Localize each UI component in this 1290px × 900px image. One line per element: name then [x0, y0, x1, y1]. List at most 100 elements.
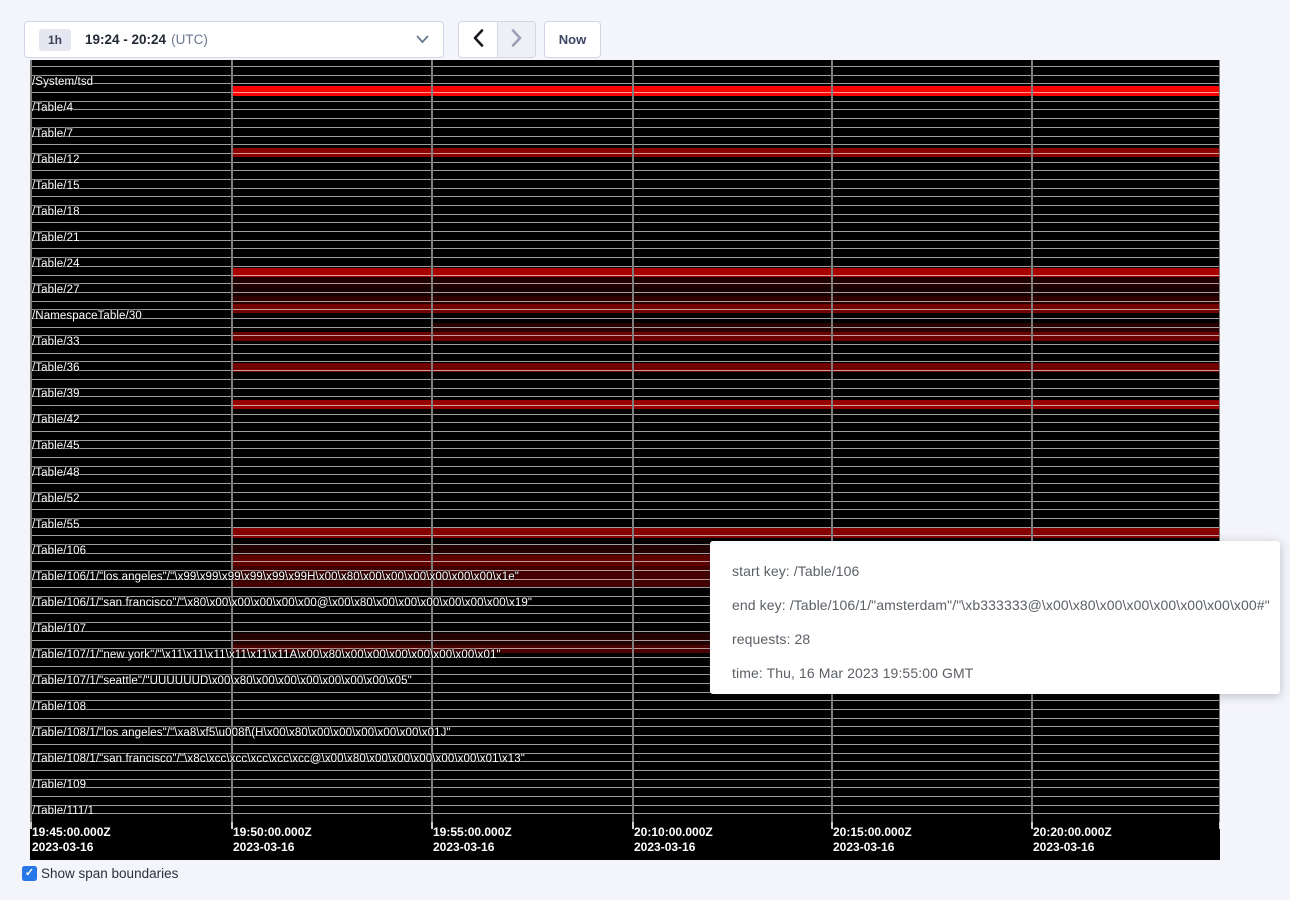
span-boundary-line	[30, 422, 1220, 423]
span-boundary-line	[30, 301, 1220, 302]
now-button[interactable]: Now	[544, 21, 601, 58]
x-tick-date: 2023-03-16	[233, 840, 312, 855]
x-tick-time: 19:55:00.000Z	[433, 825, 512, 840]
show-span-boundaries-label: Show span boundaries	[41, 866, 178, 881]
heat-band[interactable]	[231, 332, 1219, 341]
x-axis-tick-mark	[1219, 822, 1220, 829]
span-boundary-line	[30, 318, 1220, 319]
span-boundary-line	[30, 144, 1220, 145]
span-boundary-line	[30, 770, 1220, 771]
x-tick-date: 2023-03-16	[32, 840, 111, 855]
x-axis-tick-label: 19:45:00.000Z2023-03-16	[32, 825, 111, 855]
row-key-label: /Table/52	[32, 493, 80, 505]
row-key-label: /Table/108	[32, 701, 86, 713]
span-boundary-line	[30, 66, 1220, 67]
key-visualizer-heatmap[interactable]: /System/tsd/Table/4/Table/7/Table/12/Tab…	[30, 60, 1220, 860]
column-boundary-line	[231, 60, 233, 822]
column-boundary-line	[632, 60, 634, 822]
span-boundary-line	[30, 483, 1220, 484]
heat-band[interactable]	[231, 268, 1219, 277]
span-boundary-line	[30, 779, 1220, 780]
row-key-label: /Table/106	[32, 545, 86, 557]
span-boundary-line	[30, 118, 1220, 119]
span-boundary-line	[30, 335, 1220, 336]
x-tick-date: 2023-03-16	[433, 840, 512, 855]
span-boundary-line	[30, 205, 1220, 206]
span-boundary-line	[30, 501, 1220, 502]
span-boundary-line	[30, 75, 1220, 76]
x-tick-date: 2023-03-16	[634, 840, 713, 855]
row-key-label: /Table/55	[32, 519, 80, 531]
span-boundary-line	[30, 257, 1220, 258]
heat-band[interactable]	[231, 86, 1219, 96]
show-span-boundaries-control[interactable]: ✓ Show span boundaries	[22, 866, 178, 881]
span-boundary-line	[30, 214, 1220, 215]
span-boundary-line	[30, 231, 1220, 232]
span-boundary-line	[30, 240, 1220, 241]
span-boundary-line	[30, 327, 1220, 328]
row-key-label: /Table/107/1/"seattle"/"UUUUUUD\x00\x80\…	[32, 675, 412, 687]
row-key-label: /Table/45	[32, 440, 80, 452]
span-boundary-line	[30, 266, 1220, 267]
span-boundary-line	[30, 309, 1220, 310]
span-boundary-line	[30, 292, 1220, 293]
span-boundary-line	[30, 440, 1220, 441]
span-boundary-line	[30, 744, 1220, 745]
row-key-label: /Table/106/1/"los angeles"/"\x99\x99\x99…	[32, 571, 519, 583]
span-boundary-line	[30, 275, 1220, 276]
row-key-label: /Table/4	[32, 102, 73, 114]
span-boundary-line	[30, 222, 1220, 223]
span-boundary-line	[30, 414, 1220, 415]
x-axis-tick-label: 20:10:00.000Z2023-03-16	[634, 825, 713, 855]
row-key-label: /Table/27	[32, 284, 80, 296]
span-boundary-line	[30, 431, 1220, 432]
time-window-badge: 1h	[39, 29, 71, 51]
row-key-label: /Table/111/1	[32, 805, 94, 817]
span-boundary-line	[30, 248, 1220, 249]
span-boundary-line	[30, 162, 1220, 163]
row-key-label: /Table/107	[32, 623, 86, 635]
span-boundary-line	[30, 283, 1220, 284]
time-range-dropdown[interactable]: 1h 19:24 - 20:24 (UTC)	[24, 21, 444, 58]
span-boundary-line	[30, 492, 1220, 493]
span-boundary-line	[30, 718, 1220, 719]
column-boundary-line	[431, 60, 433, 822]
tooltip-start-key: start key: /Table/106	[732, 554, 1280, 588]
row-key-label: /System/tsd	[32, 76, 93, 88]
span-boundary-line	[30, 361, 1220, 362]
tooltip-time: time: Thu, 16 Mar 2023 19:55:00 GMT	[732, 656, 1280, 690]
prev-range-button[interactable]	[459, 22, 497, 57]
row-key-label: /Table/107/1/"new york"/"\x11\x11\x11\x1…	[32, 649, 501, 661]
heat-band[interactable]	[231, 277, 1219, 287]
span-boundary-line	[30, 405, 1220, 406]
show-span-boundaries-checkbox[interactable]: ✓	[22, 866, 37, 881]
heatmap-tooltip: start key: /Table/106 end key: /Table/10…	[710, 541, 1280, 694]
row-key-label: /Table/18	[32, 206, 80, 218]
row-key-label: /Table/108/1/"los angeles"/"\xa8\xf5\u00…	[32, 727, 451, 739]
row-key-label: /Table/21	[32, 232, 80, 244]
column-boundary-line	[1219, 60, 1220, 822]
span-boundary-line	[30, 448, 1220, 449]
x-tick-date: 2023-03-16	[833, 840, 912, 855]
next-range-button[interactable]	[497, 22, 535, 57]
row-key-label: /Table/15	[32, 180, 80, 192]
column-boundary-line	[1031, 60, 1033, 822]
span-boundary-line	[30, 787, 1220, 788]
span-boundary-line	[30, 179, 1220, 180]
span-boundary-line	[30, 527, 1220, 528]
x-axis-tick-label: 20:20:00.000Z2023-03-16	[1033, 825, 1112, 855]
time-toolbar: 1h 19:24 - 20:24 (UTC) Now	[0, 0, 1290, 60]
time-nav-group	[458, 21, 536, 58]
row-key-label: /Table/108/1/"san francisco"/"\x8c\xcc\x…	[32, 753, 525, 765]
row-key-label: /Table/36	[32, 362, 80, 374]
span-boundary-line	[30, 379, 1220, 380]
chevron-left-icon	[472, 29, 484, 50]
x-tick-time: 19:45:00.000Z	[32, 825, 111, 840]
span-boundary-line	[30, 518, 1220, 519]
x-axis-tick-label: 19:50:00.000Z2023-03-16	[233, 825, 312, 855]
row-key-label: /Table/106/1/"san francisco"/"\x80\x00\x…	[32, 597, 532, 609]
span-boundary-line	[30, 353, 1220, 354]
x-tick-time: 19:50:00.000Z	[233, 825, 312, 840]
span-boundary-line	[30, 700, 1220, 701]
heat-band[interactable]	[231, 528, 1219, 538]
